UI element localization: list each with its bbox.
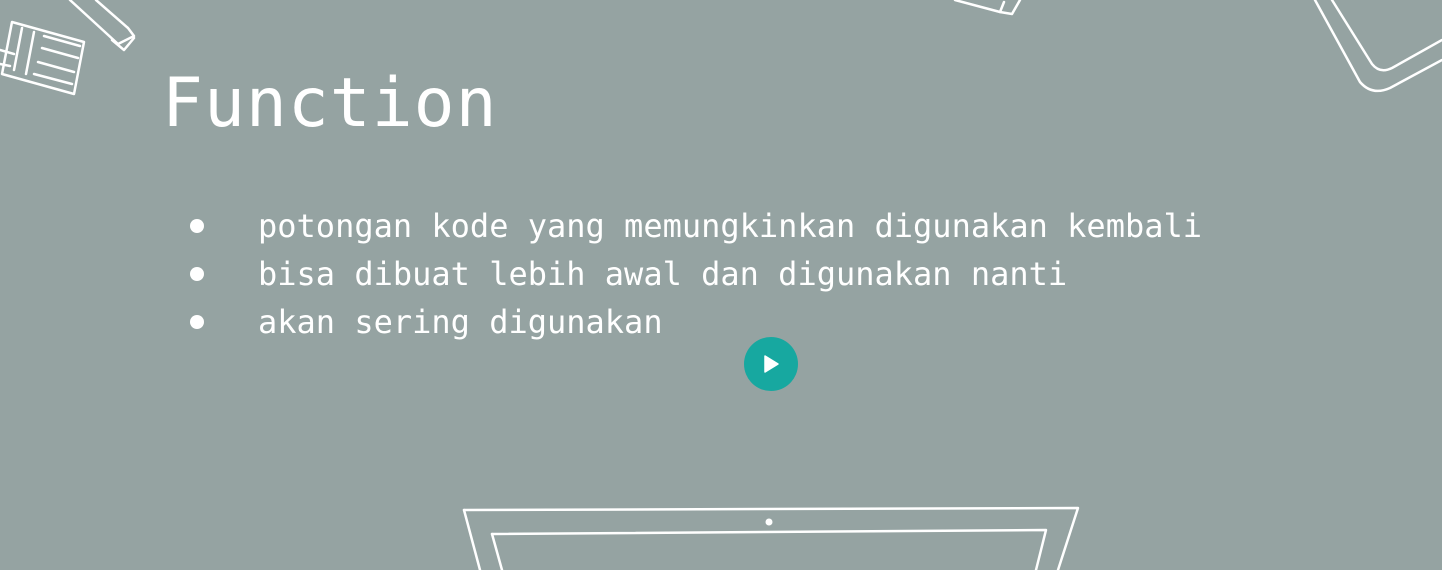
eraser-doodle-icon — [953, 0, 1022, 16]
pencil-doodle-icon — [0, 0, 136, 96]
list-item: potongan kode yang memungkinkan digunaka… — [190, 202, 1202, 250]
tablet-doodle-icon — [1313, 0, 1442, 93]
bullet-text: akan sering digunakan — [258, 303, 663, 341]
bullet-text: potongan kode yang memungkinkan digunaka… — [258, 207, 1203, 245]
bullet-dot-icon — [190, 219, 204, 233]
bullet-dot-icon — [190, 267, 204, 281]
bullet-text: bisa dibuat lebih awal dan digunakan nan… — [258, 255, 1068, 293]
bullet-list: potongan kode yang memungkinkan digunaka… — [190, 202, 1202, 346]
slide-title: Function — [162, 64, 498, 143]
bullet-dot-icon — [190, 315, 204, 329]
laptop-camera-dot — [765, 518, 773, 526]
laptop-doodle-icon — [462, 506, 1080, 570]
play-icon — [764, 355, 779, 373]
list-item: akan sering digunakan — [190, 298, 1202, 346]
list-item: bisa dibuat lebih awal dan digunakan nan… — [190, 250, 1202, 298]
slide-canvas: Function potongan kode yang memungkinkan… — [0, 0, 1442, 570]
play-button[interactable] — [744, 337, 798, 391]
